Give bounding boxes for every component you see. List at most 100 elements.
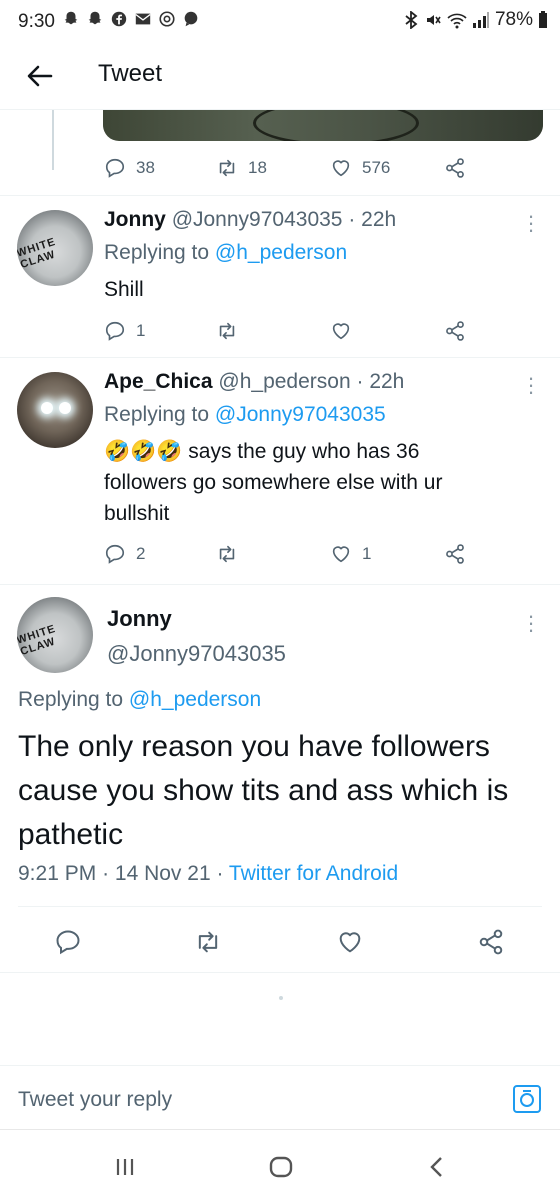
share-button[interactable] — [444, 157, 466, 179]
avatar-logo-text: WHITE CLAW — [17, 235, 58, 272]
reply-count: 2 — [136, 544, 146, 563]
divider — [0, 584, 560, 585]
reply-input[interactable]: Tweet your reply — [18, 1088, 172, 1112]
dot-separator: · — [216, 862, 229, 885]
status-time: 9:30 — [18, 11, 55, 32]
tweet-time: 22h — [369, 370, 405, 393]
back-nav-icon[interactable] — [422, 1152, 452, 1182]
retweet-count: 18 — [248, 158, 267, 177]
dot-separator: · — [102, 862, 115, 885]
battery-icon — [539, 11, 547, 28]
tweet-text: 🤣🤣🤣 says the guy who has 36 followers go… — [104, 436, 544, 529]
arrow-left-icon[interactable] — [24, 60, 56, 92]
tweet-source[interactable]: Twitter for Android — [229, 862, 398, 885]
author-name[interactable]: Jonny — [104, 208, 166, 231]
author-handle[interactable]: @Jonny97043035 — [172, 208, 343, 231]
dot-separator: · — [348, 208, 356, 231]
share-button[interactable] — [444, 320, 466, 342]
author-name[interactable]: Ape_Chica — [104, 370, 213, 393]
main-tweet-actions — [0, 918, 560, 968]
retweet-button[interactable] — [216, 320, 330, 342]
retweet-icon — [219, 322, 235, 340]
more-options-icon[interactable]: · · · — [527, 367, 535, 403]
share-icon — [446, 544, 464, 564]
author-handle[interactable]: @h_pederson — [218, 370, 350, 393]
share-icon — [446, 321, 464, 341]
replying-to: Replying to @h_pederson — [104, 241, 347, 265]
heart-icon — [332, 323, 350, 340]
mute-icon — [426, 15, 441, 25]
replying-to: Replying to @h_pederson — [18, 688, 261, 712]
tweet-author-line: Jonny @Jonny97043035 · 22h — [104, 208, 396, 232]
reply-composer: Tweet your reply — [0, 1065, 560, 1129]
tweet-time: 9:21 PM — [18, 862, 97, 885]
reply-icon — [105, 321, 125, 341]
more-options-icon[interactable]: · · · — [527, 605, 535, 641]
avatar[interactable] — [17, 372, 93, 448]
divider — [0, 357, 560, 358]
divider — [0, 195, 560, 196]
replying-to-link[interactable]: @Jonny97043035 — [215, 403, 386, 426]
reply-button[interactable]: 2 — [104, 543, 216, 565]
more-options-icon[interactable]: · · · — [527, 205, 535, 241]
author-name[interactable]: Jonny — [107, 606, 172, 632]
bluetooth-icon — [405, 11, 418, 29]
like-button[interactable] — [330, 320, 444, 342]
retweet-button[interactable]: 18 — [216, 157, 330, 179]
message-icon — [184, 11, 198, 27]
tweet-text: The only reason you have followers cause… — [18, 730, 509, 851]
recent-apps-icon[interactable] — [110, 1152, 140, 1182]
replying-to: Replying to @Jonny97043035 — [104, 403, 386, 427]
reply-button[interactable]: 1 — [104, 320, 216, 342]
signal-icon — [472, 12, 489, 28]
retweet-icon — [219, 159, 235, 177]
author-handle[interactable]: @Jonny97043035 — [107, 641, 286, 667]
at-icon — [159, 11, 175, 27]
replying-to-link[interactable]: @h_pederson — [215, 241, 347, 264]
avatar[interactable]: WHITE CLAW — [17, 597, 93, 673]
like-count: 576 — [362, 158, 391, 177]
snapchat-icon — [88, 11, 102, 25]
tweet-media-image[interactable] — [103, 110, 543, 141]
reply-icon — [105, 158, 125, 178]
tweet-author-line: Ape_Chica @h_pederson · 22h — [104, 370, 404, 394]
like-button[interactable]: 1 — [330, 543, 444, 565]
system-nav-bar — [0, 1129, 560, 1200]
share-button[interactable] — [444, 543, 466, 565]
wifi-icon — [447, 13, 467, 29]
avatar[interactable]: WHITE CLAW — [17, 210, 93, 286]
tweet-text: Shill — [104, 278, 144, 301]
share-icon[interactable] — [477, 928, 505, 956]
home-icon[interactable] — [266, 1152, 296, 1182]
heart-icon — [332, 546, 350, 563]
replying-to-link[interactable]: @h_pederson — [129, 688, 261, 711]
like-button[interactable]: 576 — [330, 157, 444, 179]
tweet-actions: 1 — [104, 316, 474, 346]
heart-icon — [332, 160, 350, 177]
reply-count: 1 — [136, 321, 146, 340]
tweet-text-line: bullshit — [104, 502, 170, 525]
replying-to-prefix: Replying to — [18, 688, 124, 711]
tweet-meta: 9:21 PM · 14 Nov 21 · Twitter for Androi… — [18, 862, 398, 886]
dot-separator: · — [356, 370, 364, 393]
divider — [0, 972, 560, 973]
parent-tweet-actions: 38 18 576 — [104, 153, 474, 183]
notification-icons — [62, 10, 200, 28]
tweet-text-line: followers go somewhere else with ur — [104, 471, 443, 494]
retweet-icon — [219, 545, 235, 563]
reply-count: 38 — [136, 158, 155, 177]
reply-icon[interactable] — [54, 928, 82, 956]
retweet-icon[interactable] — [194, 928, 222, 956]
retweet-button[interactable] — [216, 543, 330, 565]
avatar-logo-text: WHITE CLAW — [17, 622, 58, 659]
reply-button[interactable]: 38 — [104, 157, 216, 179]
top-app-bar: Tweet — [0, 46, 560, 110]
tweet-date: 14 Nov 21 — [114, 862, 211, 885]
facebook-icon — [111, 11, 127, 27]
camera-icon[interactable] — [512, 1084, 542, 1114]
system-icons: 78% — [403, 9, 548, 31]
replying-to-prefix: Replying to — [104, 241, 210, 264]
share-icon — [446, 158, 464, 178]
replying-to-prefix: Replying to — [104, 403, 210, 426]
heart-icon[interactable] — [336, 928, 364, 956]
